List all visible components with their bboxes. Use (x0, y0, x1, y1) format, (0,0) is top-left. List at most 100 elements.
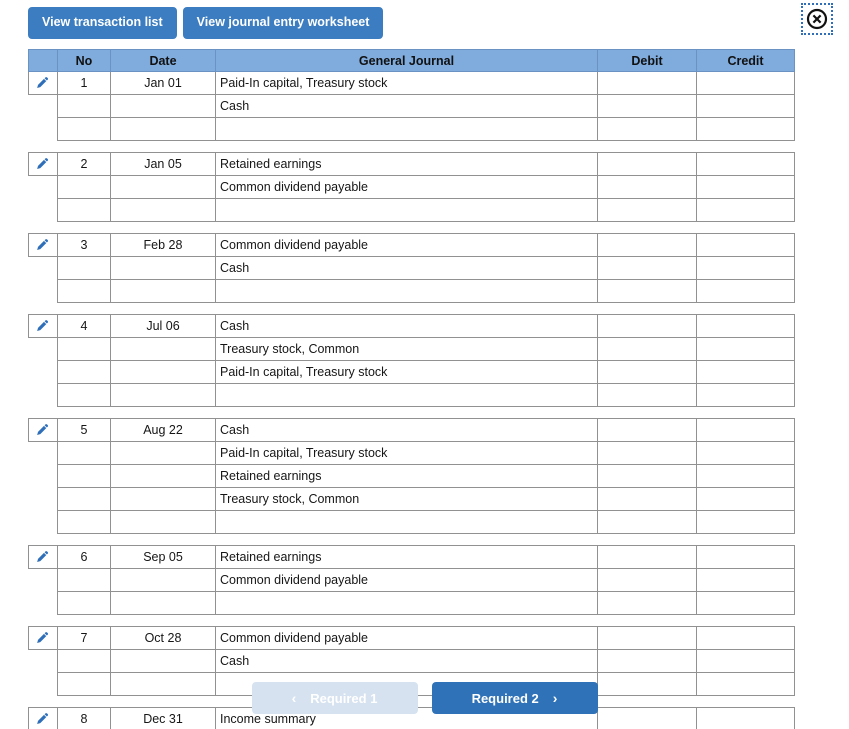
cell-debit[interactable] (597, 71, 697, 95)
edit-entry-button[interactable] (28, 233, 58, 257)
edit-entry-button[interactable] (28, 152, 58, 176)
spacer-cell (215, 140, 598, 153)
cell-debit[interactable] (597, 545, 697, 569)
cell-credit[interactable] (696, 487, 795, 511)
cell-account-name[interactable]: Retained earnings (215, 464, 598, 488)
cell-debit[interactable] (597, 591, 697, 615)
edit-entry-button[interactable] (28, 71, 58, 95)
cell-account-name[interactable] (215, 510, 598, 534)
cell-credit[interactable] (696, 626, 795, 650)
cell-debit[interactable] (597, 256, 697, 280)
cell-date (110, 464, 216, 488)
table-row (28, 591, 795, 615)
cell-account-name[interactable]: Cash (215, 94, 598, 118)
cell-debit[interactable] (597, 152, 697, 176)
cell-credit[interactable] (696, 71, 795, 95)
cell-credit[interactable] (696, 591, 795, 615)
cell-account-name[interactable] (215, 279, 598, 303)
cell-credit[interactable] (696, 233, 795, 257)
cell-account-name[interactable]: Paid-In capital, Treasury stock (215, 71, 598, 95)
cell-debit[interactable] (597, 279, 697, 303)
cell-debit[interactable] (597, 383, 697, 407)
cell-credit[interactable] (696, 279, 795, 303)
cell-account-name[interactable]: Retained earnings (215, 152, 598, 176)
cell-credit[interactable] (696, 314, 795, 338)
cell-debit[interactable] (597, 175, 697, 199)
cell-debit[interactable] (597, 314, 697, 338)
cell-debit[interactable] (597, 117, 697, 141)
cell-credit[interactable] (696, 94, 795, 118)
cell-debit[interactable] (597, 418, 697, 442)
cell-credit[interactable] (696, 175, 795, 199)
cell-credit[interactable] (696, 198, 795, 222)
cell-account-name[interactable]: Paid-In capital, Treasury stock (215, 441, 598, 465)
cell-account-name[interactable] (215, 117, 598, 141)
cell-account-name[interactable]: Cash (215, 256, 598, 280)
close-button[interactable] (801, 3, 833, 35)
cell-debit[interactable] (597, 649, 697, 673)
cell-account-name[interactable]: Common dividend payable (215, 626, 598, 650)
cell-date (110, 175, 216, 199)
cell-credit[interactable] (696, 418, 795, 442)
cell-date (110, 487, 216, 511)
cell-debit[interactable] (597, 464, 697, 488)
view-journal-entry-worksheet-button[interactable]: View journal entry worksheet (182, 7, 384, 39)
spacer-cell (597, 614, 697, 627)
cell-credit[interactable] (696, 649, 795, 673)
cell-account-name[interactable] (215, 591, 598, 615)
edit-entry-button[interactable] (28, 626, 58, 650)
spacer-cell (28, 140, 58, 153)
cell-credit[interactable] (696, 510, 795, 534)
cell-debit[interactable] (597, 441, 697, 465)
cell-account-name[interactable]: Cash (215, 418, 598, 442)
cell-date (110, 94, 216, 118)
spacer-cell (215, 406, 598, 419)
cell-debit[interactable] (597, 337, 697, 361)
view-transaction-list-button[interactable]: View transaction list (28, 7, 177, 39)
cell-credit[interactable] (696, 441, 795, 465)
pencil-icon (33, 631, 53, 645)
column-header-date: Date (110, 49, 216, 72)
cell-credit[interactable] (696, 568, 795, 592)
cell-account-name[interactable]: Paid-In capital, Treasury stock (215, 360, 598, 384)
cell-no (57, 510, 111, 534)
pencil-icon (33, 76, 53, 90)
cell-credit[interactable] (696, 464, 795, 488)
cell-account-name[interactable] (215, 198, 598, 222)
cell-account-name[interactable]: Common dividend payable (215, 233, 598, 257)
edit-entry-button[interactable] (28, 418, 58, 442)
edit-entry-button[interactable] (28, 545, 58, 569)
cell-credit[interactable] (696, 337, 795, 361)
edit-entry-button[interactable] (28, 314, 58, 338)
cell-account-name[interactable]: Cash (215, 649, 598, 673)
cell-account-name[interactable]: Treasury stock, Common (215, 337, 598, 361)
cell-account-name[interactable]: Common dividend payable (215, 568, 598, 592)
cell-debit[interactable] (597, 94, 697, 118)
cell-credit[interactable] (696, 256, 795, 280)
cell-debit[interactable] (597, 568, 697, 592)
cell-account-name[interactable]: Treasury stock, Common (215, 487, 598, 511)
cell-credit[interactable] (696, 545, 795, 569)
cell-account-name[interactable]: Common dividend payable (215, 175, 598, 199)
cell-credit[interactable] (696, 360, 795, 384)
cell-debit[interactable] (597, 198, 697, 222)
cell-debit[interactable] (597, 626, 697, 650)
cell-account-name[interactable] (215, 383, 598, 407)
cell-credit[interactable] (696, 152, 795, 176)
spacer-cell (28, 302, 58, 315)
cell-account-name[interactable]: Cash (215, 314, 598, 338)
required-1-button[interactable]: ‹ Required 1 (251, 682, 418, 714)
cell-account-name[interactable]: Retained earnings (215, 545, 598, 569)
cell-credit[interactable] (696, 383, 795, 407)
edit-cell-empty (28, 256, 58, 280)
cell-no (57, 117, 111, 141)
cell-credit[interactable] (696, 117, 795, 141)
cell-debit[interactable] (597, 510, 697, 534)
spacer-cell (57, 140, 111, 153)
cell-debit[interactable] (597, 360, 697, 384)
cell-debit[interactable] (597, 233, 697, 257)
spacer-cell (215, 533, 598, 546)
table-row: Treasury stock, Common (28, 337, 795, 361)
cell-debit[interactable] (597, 487, 697, 511)
required-2-button[interactable]: Required 2 › (431, 682, 598, 714)
